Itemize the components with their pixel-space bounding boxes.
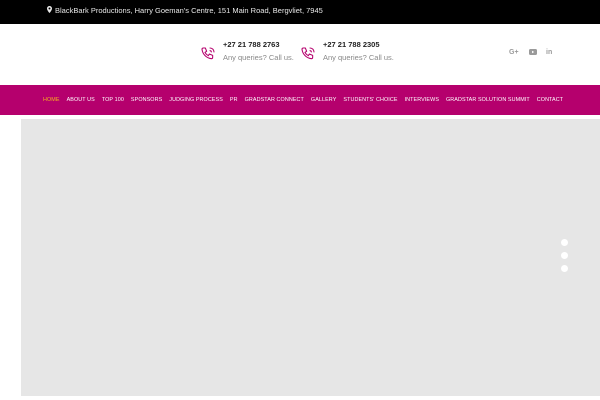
site-header: +27 21 788 2763 Any queries? Call us. +2…: [0, 24, 600, 84]
youtube-icon[interactable]: [529, 49, 537, 57]
linkedin-icon[interactable]: in: [546, 49, 552, 56]
contact-phone-1[interactable]: +27 21 788 2763 Any queries? Call us.: [200, 40, 294, 62]
address-text: BlackBark Productions, Harry Goeman's Ce…: [55, 6, 323, 15]
nav-item-judging-process[interactable]: JUDGING PROCESS: [169, 97, 223, 103]
nav-item-pr[interactable]: PR: [230, 97, 238, 103]
contact-phone-number[interactable]: +27 21 788 2305: [323, 40, 394, 50]
contact-caption: Any queries? Call us.: [223, 53, 294, 62]
contact-caption: Any queries? Call us.: [323, 53, 394, 62]
slider-dot-3[interactable]: [561, 265, 568, 272]
phone-icon: [200, 46, 216, 62]
slider-dot-2[interactable]: [561, 252, 568, 259]
nav-item-contact[interactable]: CONTACT: [537, 97, 563, 103]
contact-phone-2[interactable]: +27 21 788 2305 Any queries? Call us.: [300, 40, 394, 62]
nav-item-home[interactable]: HOME: [43, 97, 60, 103]
nav-item-gradstar-solution-summit[interactable]: GRADSTAR SOLUTION SUMMIT: [446, 97, 530, 103]
slider-dot-1[interactable]: [561, 239, 568, 246]
hero-slider: [21, 119, 600, 396]
nav-item-gallery[interactable]: GALLERY: [311, 97, 336, 103]
phone-icon: [300, 46, 316, 62]
top-bar: BlackBark Productions, Harry Goeman's Ce…: [0, 0, 600, 24]
main-navigation: HOME ABOUT US TOP 100 SPONSORS JUDGING P…: [0, 85, 600, 115]
address-line: BlackBark Productions, Harry Goeman's Ce…: [47, 6, 323, 15]
nav-item-gradstar-connect[interactable]: GRADSTAR CONNECT: [245, 97, 304, 103]
nav-item-students-choice[interactable]: STUDENTS' CHOICE: [343, 97, 397, 103]
nav-item-sponsors[interactable]: SPONSORS: [131, 97, 162, 103]
nav-item-top-100[interactable]: TOP 100: [102, 97, 124, 103]
nav-item-about-us[interactable]: ABOUT US: [67, 97, 95, 103]
contact-phone-number[interactable]: +27 21 788 2763: [223, 40, 294, 50]
nav-item-interviews[interactable]: INTERVIEWS: [405, 97, 439, 103]
map-marker-icon: [47, 6, 52, 15]
google-plus-icon[interactable]: G+: [509, 49, 519, 56]
